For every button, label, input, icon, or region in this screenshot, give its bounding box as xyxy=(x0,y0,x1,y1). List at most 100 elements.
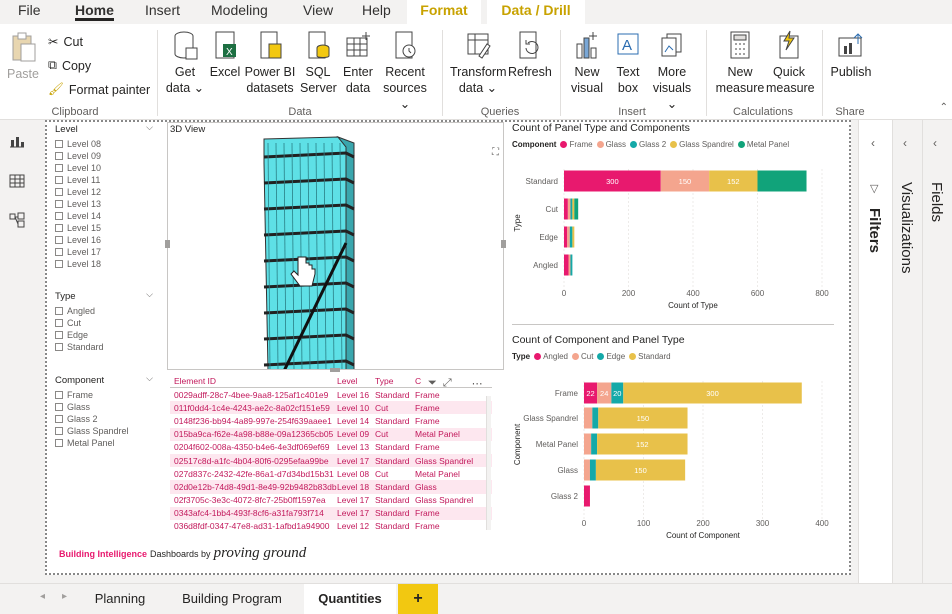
transform-data-button[interactable]: Transform data ⌄ xyxy=(450,30,507,96)
bar-segment[interactable] xyxy=(570,254,573,276)
bar-segment[interactable] xyxy=(574,198,579,220)
tab-quantities[interactable]: Quantities xyxy=(304,584,396,614)
bar-segment[interactable] xyxy=(567,198,571,220)
menu-insert[interactable]: Insert xyxy=(145,2,180,18)
table-row[interactable]: 02d0e12b-74d8-49d1-8e49-92b9482b83db Leve… xyxy=(170,480,492,494)
menu-modeling[interactable]: Modeling xyxy=(211,2,268,18)
slicer-item[interactable]: Level 18 xyxy=(55,258,153,270)
menu-help[interactable]: Help xyxy=(362,2,391,18)
chevron-down-icon[interactable]: ⌵ xyxy=(146,122,153,133)
slicer-item[interactable]: Level 16 xyxy=(55,234,153,246)
sql-server-button[interactable]: SQL Server xyxy=(300,30,337,96)
bar-segment[interactable] xyxy=(584,433,592,455)
menu-file[interactable]: File xyxy=(18,2,41,18)
prev-page-icon[interactable]: ◂ xyxy=(40,591,45,602)
col-component[interactable]: C xyxy=(415,376,427,386)
bar-segment[interactable] xyxy=(584,407,593,429)
format-painter-button[interactable]: 🖌 Format painter xyxy=(48,82,150,97)
data-view-icon[interactable] xyxy=(9,174,25,188)
checkbox[interactable] xyxy=(55,164,63,172)
visualizations-label[interactable]: Visualizations xyxy=(898,182,915,273)
tab-planning[interactable]: Planning xyxy=(80,584,160,614)
publish-button[interactable]: Publish xyxy=(829,30,873,80)
chart-component-type[interactable]: Count of Component and Panel Type Type An… xyxy=(512,334,832,544)
bar-segment[interactable] xyxy=(757,170,807,192)
checkbox[interactable] xyxy=(55,439,63,447)
checkbox[interactable] xyxy=(55,307,63,315)
slicer-item[interactable]: Cut xyxy=(55,317,153,329)
table-row[interactable]: 02f3705c-3e3c-4072-8fc7-25b0ff1597ea Leve… xyxy=(170,494,492,507)
add-page-button[interactable]: + xyxy=(398,584,438,614)
checkbox[interactable] xyxy=(55,224,63,232)
collapse-ribbon-icon[interactable]: ⌃ xyxy=(940,102,948,113)
slicer-item[interactable]: Level 14 xyxy=(55,210,153,222)
menu-format[interactable]: Format xyxy=(407,0,481,24)
table-scrollbar[interactable] xyxy=(486,396,491,530)
bar-segment[interactable] xyxy=(572,198,575,220)
table-row[interactable]: 02517c8d-a1fc-4b04-80f6-0295efaa99be Leve… xyxy=(170,453,492,468)
table-row[interactable]: 0343afc4-1bb4-493f-8cf6-a31fa793f714 Leve… xyxy=(170,506,492,520)
slicer-item[interactable]: Level 17 xyxy=(55,246,153,258)
bar-segment[interactable] xyxy=(591,433,598,455)
bar-segment[interactable] xyxy=(584,459,590,481)
checkbox[interactable] xyxy=(55,391,63,399)
checkbox[interactable] xyxy=(55,319,63,327)
chart-panel-type[interactable]: Count of Panel Type and Components Compo… xyxy=(512,122,832,318)
expand-icon[interactable]: ⛶ xyxy=(492,147,499,158)
col-level[interactable]: Level xyxy=(337,376,375,386)
next-page-icon[interactable]: ▸ xyxy=(62,591,67,602)
expand-icon[interactable]: ⤢ xyxy=(443,377,452,390)
tab-building-program[interactable]: Building Program xyxy=(164,584,300,614)
chevron-down-icon[interactable]: ⌵ xyxy=(146,373,153,384)
new-visual-button[interactable]: New visual xyxy=(567,30,607,96)
slicer-item[interactable]: Frame xyxy=(55,389,153,401)
chevron-down-icon[interactable]: ⌵ xyxy=(146,289,153,300)
slicer-item[interactable]: Glass Spandrel xyxy=(55,425,153,437)
checkbox[interactable] xyxy=(55,331,63,339)
pbi-datasets-button[interactable]: Power BI datasets xyxy=(244,30,296,96)
slicer-item[interactable]: Level 13 xyxy=(55,198,153,210)
slicer-item[interactable]: Standard xyxy=(55,341,153,353)
excel-button[interactable]: X Excel xyxy=(209,30,241,80)
bar-segment[interactable] xyxy=(567,226,570,248)
slicer-item[interactable]: Edge xyxy=(55,329,153,341)
menu-home[interactable]: Home xyxy=(75,2,114,21)
bar-segment[interactable] xyxy=(569,226,573,248)
checkbox[interactable] xyxy=(55,176,63,184)
resize-handle[interactable] xyxy=(165,240,170,248)
bar-segment[interactable] xyxy=(568,254,571,276)
table-row[interactable]: 036d8fdf-0347-47e8-ad31-1afbd1a94900 Leve… xyxy=(170,520,492,533)
slicer-item[interactable]: Glass xyxy=(55,401,153,413)
col-type[interactable]: Type xyxy=(375,376,415,386)
menu-data-drill[interactable]: Data / Drill xyxy=(487,0,585,24)
slicer-item[interactable]: Metal Panel xyxy=(55,437,153,449)
bar-segment[interactable] xyxy=(572,226,575,248)
cut-button[interactable]: ✂ Cut xyxy=(48,34,83,50)
checkbox[interactable] xyxy=(55,188,63,196)
bar-segment[interactable] xyxy=(564,226,568,248)
bar-segment[interactable] xyxy=(570,198,573,220)
text-box-button[interactable]: A Text box xyxy=(612,30,644,96)
enter-data-button[interactable]: Enter data xyxy=(340,30,376,96)
checkbox[interactable] xyxy=(55,248,63,256)
quick-measure-button[interactable]: Quick measure xyxy=(766,30,815,96)
filter-icon[interactable]: ⏷ xyxy=(428,377,437,390)
checkbox[interactable] xyxy=(55,212,63,220)
slicer-item[interactable]: Level 12 xyxy=(55,186,153,198)
slicer-item[interactable]: Angled xyxy=(55,305,153,317)
table-row[interactable]: 011f0dd4-1c4e-4243-ae2c-8a02cf151e59 Leve… xyxy=(170,401,492,415)
col-element-id[interactable]: Element ID xyxy=(170,376,337,386)
slicer-item[interactable]: Level 11 xyxy=(55,174,153,186)
model-view-icon[interactable] xyxy=(9,212,25,228)
checkbox[interactable] xyxy=(55,415,63,423)
resize-handle[interactable] xyxy=(501,240,506,248)
refresh-button[interactable]: Refresh xyxy=(508,30,552,80)
paste-button[interactable]: Paste xyxy=(6,30,40,82)
checkbox[interactable] xyxy=(55,140,63,148)
fields-label[interactable]: Fields xyxy=(928,182,945,222)
building-model[interactable] xyxy=(168,123,504,370)
bar-segment[interactable] xyxy=(564,254,569,276)
slicer-item[interactable]: Level 09 xyxy=(55,150,153,162)
checkbox[interactable] xyxy=(55,403,63,411)
bar-segment[interactable] xyxy=(564,198,568,220)
